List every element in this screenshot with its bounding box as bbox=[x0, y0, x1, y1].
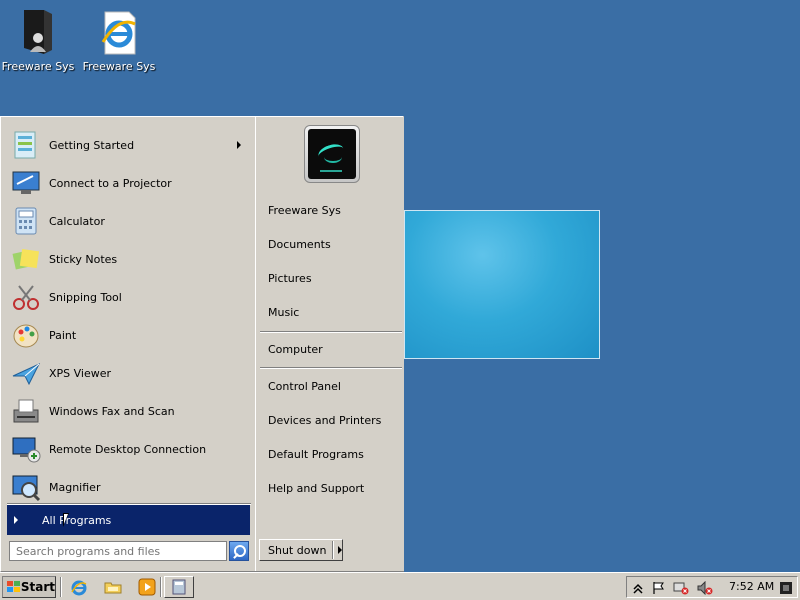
program-label: Getting Started bbox=[49, 138, 135, 152]
clock[interactable]: 7:52 AM bbox=[729, 580, 774, 593]
program-item-sticky-notes[interactable]: Sticky Notes bbox=[7, 241, 247, 277]
place-link-devices-printers[interactable]: Devices and Printers bbox=[268, 414, 381, 427]
show-desktop-icon[interactable] bbox=[779, 581, 793, 595]
places-separator bbox=[260, 331, 402, 333]
start-menu-places-pane: Freeware Sys Documents Pictures Music Co… bbox=[255, 117, 404, 571]
program-item-fax-scan[interactable]: Windows Fax and Scan bbox=[7, 393, 247, 429]
taskbar-window-button[interactable] bbox=[164, 576, 194, 598]
desktop-icon-label: Freeware Sys bbox=[1, 60, 75, 73]
program-item-magnifier[interactable]: Magnifier bbox=[7, 469, 247, 505]
taskbar: Start 7:52 AM bbox=[0, 572, 800, 600]
desktop-icon-label: Freeware Sys bbox=[82, 60, 156, 73]
program-label: Connect to a Projector bbox=[49, 176, 172, 190]
program-item-connect-projector[interactable]: Connect to a Projector bbox=[7, 165, 247, 201]
program-item-getting-started[interactable]: Getting Started bbox=[7, 127, 247, 163]
scissors-icon bbox=[11, 282, 41, 312]
search-input[interactable] bbox=[9, 541, 227, 561]
xps-viewer-icon bbox=[11, 358, 41, 388]
program-label: Sticky Notes bbox=[49, 252, 118, 266]
user-picture-tile[interactable] bbox=[304, 125, 360, 183]
mouse-cursor-icon bbox=[63, 513, 69, 527]
sticky-notes-icon bbox=[11, 244, 41, 274]
program-item-calculator[interactable]: Calculator bbox=[7, 203, 247, 239]
search-button[interactable] bbox=[229, 541, 249, 561]
desktop-icon-user-folder[interactable]: Freeware Sys bbox=[0, 8, 76, 73]
internet-explorer-icon[interactable] bbox=[70, 578, 88, 596]
action-center-flag-icon[interactable] bbox=[651, 581, 665, 595]
program-item-xps-viewer[interactable]: XPS Viewer bbox=[7, 355, 247, 391]
paint-palette-icon bbox=[11, 320, 41, 350]
program-label: Magnifier bbox=[49, 480, 101, 494]
place-link-control-panel[interactable]: Control Panel bbox=[268, 380, 341, 393]
program-item-snipping-tool[interactable]: Snipping Tool bbox=[7, 279, 247, 315]
place-link-default-programs[interactable]: Default Programs bbox=[268, 448, 364, 461]
calculator-icon bbox=[11, 206, 41, 236]
place-link-computer[interactable]: Computer bbox=[268, 343, 323, 356]
start-label: Start bbox=[20, 580, 55, 594]
volume-muted-icon[interactable] bbox=[697, 580, 713, 596]
shutdown-options-arrow-icon[interactable] bbox=[338, 546, 342, 554]
place-link-music[interactable]: Music bbox=[268, 306, 299, 319]
magnifier-icon bbox=[11, 472, 41, 502]
start-menu: Getting Started Connect to a Projector C… bbox=[0, 116, 404, 572]
all-programs-label: All Programs bbox=[42, 513, 112, 527]
projector-icon bbox=[11, 168, 41, 198]
start-menu-programs-pane: Getting Started Connect to a Projector C… bbox=[5, 121, 251, 519]
program-label: Paint bbox=[49, 328, 77, 342]
network-disconnected-icon[interactable] bbox=[673, 581, 689, 595]
windows-logo-icon bbox=[7, 581, 20, 593]
place-link-documents[interactable]: Documents bbox=[268, 238, 331, 251]
media-player-icon[interactable] bbox=[138, 578, 156, 596]
start-button[interactable]: Start bbox=[2, 576, 56, 598]
program-item-remote-desktop[interactable]: Remote Desktop Connection bbox=[7, 431, 247, 467]
internet-explorer-icon bbox=[95, 8, 143, 56]
remote-desktop-icon bbox=[11, 434, 41, 464]
program-label: Remote Desktop Connection bbox=[49, 442, 207, 456]
place-link-user[interactable]: Freeware Sys bbox=[268, 204, 341, 217]
program-label: XPS Viewer bbox=[49, 366, 112, 380]
program-label: Calculator bbox=[49, 214, 105, 228]
user-avatar bbox=[308, 129, 356, 179]
shutdown-label: Shut down bbox=[268, 543, 327, 557]
program-label: Windows Fax and Scan bbox=[49, 404, 175, 418]
getting-started-icon bbox=[11, 130, 41, 160]
show-hidden-icons-chevron-icon[interactable] bbox=[631, 581, 645, 595]
submenu-arrow-icon bbox=[237, 141, 241, 149]
desktop-icon-internet-explorer[interactable]: Freeware Sys bbox=[81, 8, 157, 73]
user-folder-icon bbox=[14, 8, 62, 56]
fax-icon bbox=[11, 396, 41, 426]
place-link-help-support[interactable]: Help and Support bbox=[268, 482, 364, 495]
explorer-folder-icon[interactable] bbox=[104, 578, 122, 596]
background-window-thumbnail bbox=[404, 210, 600, 359]
program-item-paint[interactable]: Paint bbox=[7, 317, 247, 353]
system-tray: 7:52 AM bbox=[626, 576, 798, 598]
window-app-icon bbox=[172, 579, 186, 595]
program-label: Snipping Tool bbox=[49, 290, 122, 304]
place-link-pictures[interactable]: Pictures bbox=[268, 272, 312, 285]
all-programs-button[interactable]: All Programs bbox=[7, 505, 250, 535]
shutdown-button[interactable]: Shut down bbox=[259, 539, 343, 561]
all-programs-arrow-icon bbox=[14, 516, 18, 524]
places-separator bbox=[260, 367, 402, 369]
